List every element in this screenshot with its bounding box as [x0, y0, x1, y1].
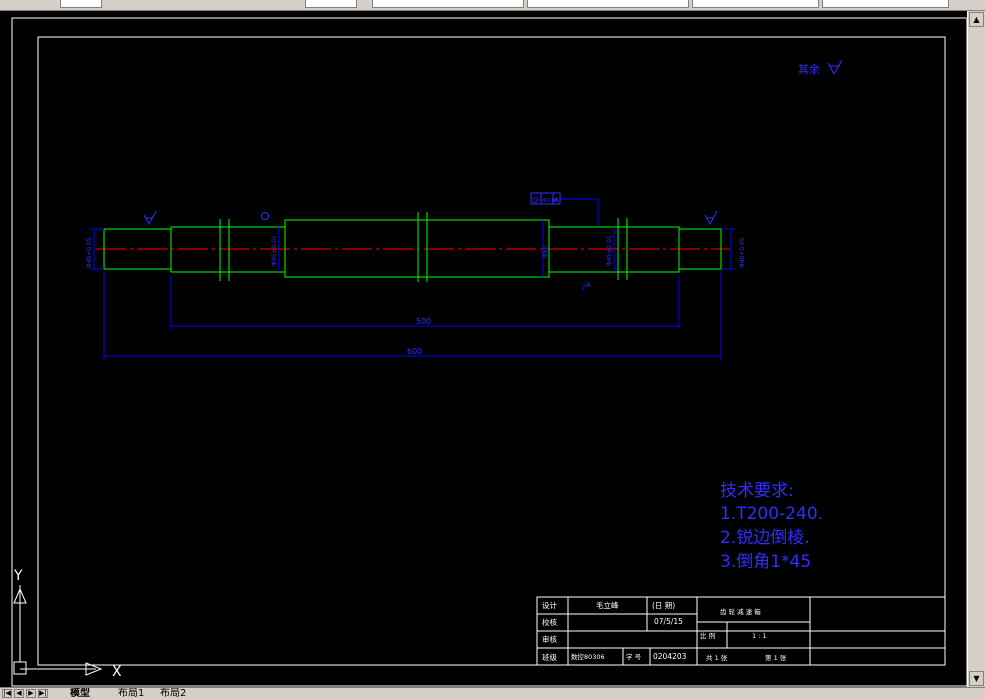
diameter-label: Φ50 — [542, 245, 549, 258]
drawing-canvas[interactable]: 其余 500 600 Φ40+0.05 Φ45±0.01 Φ50 Φ45±0.0… — [0, 11, 967, 687]
roughness-note: 其余 — [798, 62, 820, 76]
vertical-scrollbar[interactable]: ▲ ▼ — [967, 11, 985, 687]
scroll-down-icon[interactable]: ▼ — [969, 671, 984, 686]
drawing-svg: 其余 500 600 Φ40+0.05 Φ45±0.01 Φ50 Φ45±0.0… — [11, 17, 967, 687]
first-tab-button[interactable]: |◀ — [2, 689, 12, 698]
tolerance-datum: A — [554, 196, 559, 204]
tab-layout2[interactable]: 布局2 — [160, 688, 186, 699]
datum-label: A — [586, 281, 591, 289]
tb-class-value: 数控80306 — [571, 652, 605, 661]
diameter-label: Φ45±0.01 — [271, 235, 278, 266]
toolbar-field[interactable] — [372, 0, 524, 8]
toolbar-field[interactable] — [305, 0, 357, 8]
roughness-symbol-icon — [827, 59, 843, 76]
scroll-up-icon[interactable]: ▲ — [969, 12, 984, 27]
diameter-label: Φ40+0.05 — [86, 237, 93, 268]
diameter-label: Φ40+0.05 — [739, 237, 746, 268]
toolbar-field[interactable] — [60, 0, 102, 8]
tb-scale-label: 比 例 — [700, 631, 715, 640]
roughness-symbol-icon — [704, 210, 718, 226]
tb-class-label: 班级 — [542, 652, 557, 662]
tolerance-symbol: ◎ — [532, 195, 539, 204]
ucs-icon — [13, 585, 103, 676]
outer-frame — [11, 17, 967, 687]
tab-model[interactable]: 模型 — [70, 688, 90, 699]
tb-sheet-no: 第 1 张 — [765, 653, 787, 662]
tb-date-label: (日 期) — [652, 601, 675, 610]
datum-marker — [261, 212, 269, 220]
dim-600: 600 — [407, 347, 422, 356]
tab-layout1[interactable]: 布局1 — [118, 688, 144, 699]
shaft-outline — [103, 212, 722, 282]
last-tab-button[interactable]: ▶| — [38, 689, 48, 698]
toolbar-field[interactable] — [527, 0, 689, 8]
tb-check-label: 校核 — [542, 617, 557, 627]
tb-student-no-label: 学 号 — [626, 652, 642, 661]
roughness-symbol-icon — [143, 210, 157, 226]
tb-designer: 毛立峰 — [596, 600, 619, 610]
tech-req-item: 1.T200-240. — [720, 504, 823, 524]
tb-sheets-total: 共 1 张 — [706, 653, 728, 662]
tb-student-no: 0204203 — [653, 652, 687, 661]
tech-req-item: 3.倒角1*45 — [720, 552, 811, 572]
ucs-y-label: Y — [13, 568, 23, 584]
next-tab-button[interactable]: ▶ — [26, 689, 36, 698]
tech-req-item: 2.锐边倒棱. — [720, 528, 810, 548]
ucs-x-label: X — [112, 664, 122, 680]
tolerance-frame: ◎ Φ0.05 A — [530, 192, 561, 205]
tb-part-name: 齿 轮 减 速 箱 — [720, 607, 761, 616]
dim-500: 500 — [416, 317, 431, 326]
diameter-label: Φ45±0.01 — [606, 235, 613, 266]
prev-tab-button[interactable]: ◀ — [14, 689, 24, 698]
tb-scale-value: 1 : 1 — [752, 632, 767, 640]
tb-date: 07/5/15 — [654, 617, 683, 626]
toolbar — [0, 0, 985, 11]
tb-design-label: 设计 — [542, 600, 557, 610]
layout-tab-bar: |◀ ◀ ▶ ▶| 模型 布局1 布局2 — [0, 687, 985, 699]
tb-review-label: 审核 — [542, 634, 557, 644]
dimension-lines — [90, 198, 735, 360]
toolbar-field[interactable] — [822, 0, 949, 8]
toolbar-field[interactable] — [692, 0, 819, 8]
tech-req-title: 技术要求: — [720, 481, 794, 501]
